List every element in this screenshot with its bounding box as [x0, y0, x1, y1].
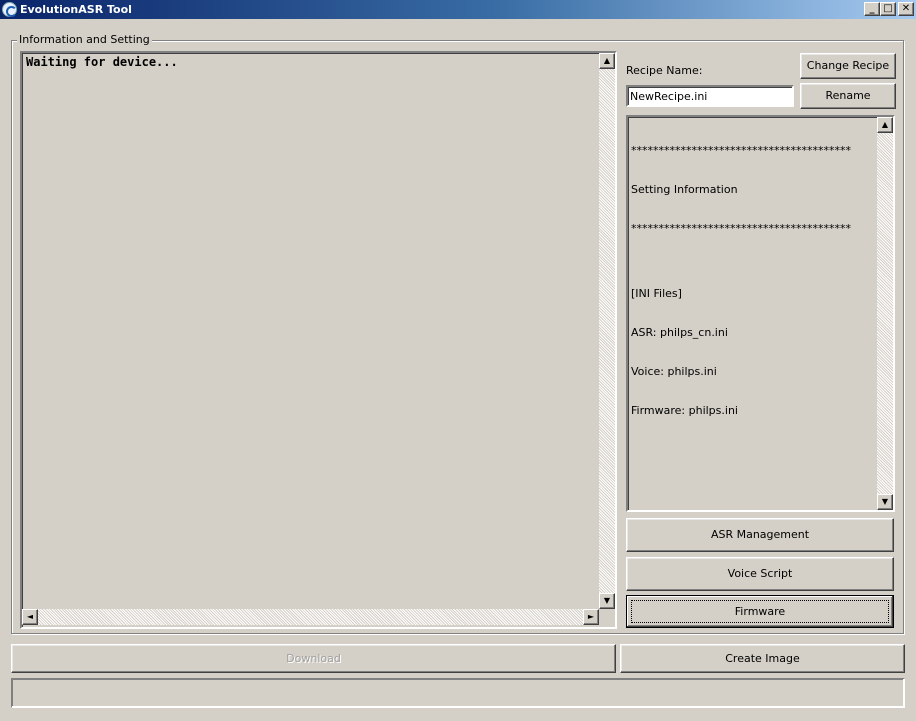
log-vertical-scrollbar[interactable] — [599, 53, 615, 609]
info-line: **************************************** — [631, 222, 851, 235]
info-vertical-scrollbar[interactable] — [877, 117, 893, 510]
log-text: Waiting for device... — [26, 55, 178, 69]
info-line: Firmware: philps.ini — [631, 404, 738, 417]
maximize-button[interactable]: □ — [880, 2, 896, 16]
log-scroll-left-icon[interactable]: ◄ — [22, 609, 38, 625]
log-scroll-right-icon[interactable]: ► — [583, 609, 599, 625]
log-horizontal-scrollbar[interactable] — [22, 609, 599, 625]
info-scroll-up-icon[interactable]: ▲ — [877, 117, 893, 133]
voice-script-button[interactable]: Voice Script — [626, 557, 894, 591]
setting-info-text: ****************************************… — [631, 118, 876, 430]
group-label: Information and Setting — [17, 33, 152, 46]
firmware-button[interactable]: Firmware — [626, 595, 894, 628]
status-bar — [11, 678, 905, 708]
info-line: Voice: philps.ini — [631, 365, 717, 378]
change-recipe-button[interactable]: Change Recipe — [800, 53, 896, 79]
app-icon[interactable] — [2, 2, 17, 17]
info-line: [INI Files] — [631, 287, 682, 300]
title-bar: EvolutionASR Tool _ □ ✕ — [0, 0, 916, 19]
window-title: EvolutionASR Tool — [20, 3, 132, 16]
log-textarea[interactable] — [20, 51, 617, 629]
asr-management-button[interactable]: ASR Management — [626, 518, 894, 552]
info-line: ASR: philps_cn.ini — [631, 326, 728, 339]
rename-button[interactable]: Rename — [800, 83, 896, 109]
scroll-corner — [599, 609, 615, 625]
close-button[interactable]: ✕ — [898, 2, 914, 16]
focus-rectangle — [631, 600, 889, 623]
log-scroll-up-icon[interactable]: ▲ — [599, 53, 615, 69]
recipe-name-label: Recipe Name: — [626, 64, 703, 77]
recipe-name-input[interactable] — [626, 85, 794, 107]
create-image-button[interactable]: Create Image — [620, 644, 905, 673]
info-scroll-down-icon[interactable]: ▼ — [877, 494, 893, 510]
minimize-button[interactable]: _ — [864, 2, 880, 16]
log-scroll-down-icon[interactable]: ▼ — [599, 593, 615, 609]
info-line: **************************************** — [631, 144, 851, 157]
download-button[interactable]: Download — [11, 644, 616, 673]
info-line: Setting Information — [631, 183, 738, 196]
